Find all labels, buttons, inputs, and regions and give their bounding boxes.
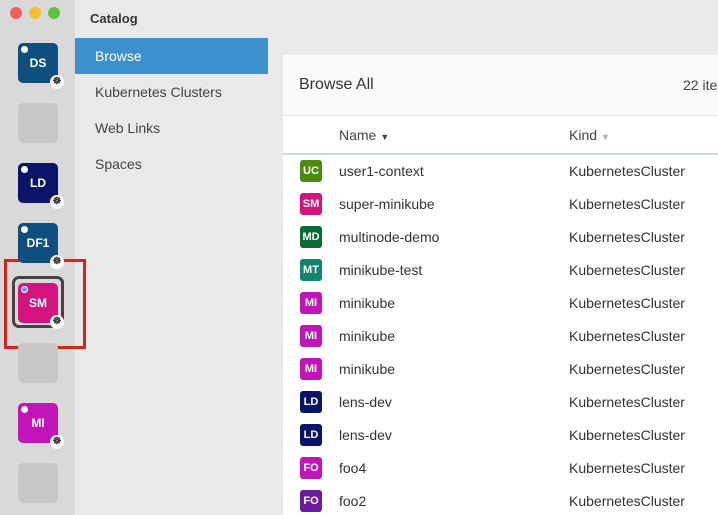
minimize-window-button[interactable]: [29, 7, 41, 19]
hotbar: DS ☸ LD ☸ DF1 ☸ SM ☸ MI ☸: [0, 0, 86, 515]
avatar: MT: [300, 259, 322, 281]
hotbar-item-label: DF1: [26, 236, 50, 250]
row-name: lens-dev: [339, 427, 392, 443]
row-kind: KubernetesCluster: [569, 163, 685, 179]
hotbar-item-df1[interactable]: DF1 ☸: [18, 223, 64, 269]
row-name: lens-dev: [339, 394, 392, 410]
row-kind: KubernetesCluster: [569, 427, 685, 443]
status-dot-icon: [21, 166, 28, 173]
row-kind: KubernetesCluster: [569, 361, 685, 377]
kubernetes-icon: ☸: [50, 435, 64, 449]
row-name: minikube: [339, 295, 396, 311]
row-kind: KubernetesCluster: [569, 295, 685, 311]
hotbar-item-label: MI: [31, 416, 45, 430]
hotbar-empty-slot[interactable]: [18, 103, 58, 143]
column-header-kind-label: Kind: [569, 127, 598, 143]
page-title: Browse All: [299, 76, 374, 93]
row-kind: KubernetesCluster: [569, 196, 685, 212]
column-header-name[interactable]: Name ▼: [339, 116, 389, 154]
nav-item-spaces[interactable]: Spaces: [75, 146, 268, 182]
window-title: Catalog: [90, 11, 138, 26]
nav-item-kubernetes-clusters[interactable]: Kubernetes Clusters: [75, 74, 268, 110]
row-name: minikube: [339, 361, 396, 377]
row-name: foo2: [339, 493, 367, 509]
nav-item-web-links[interactable]: Web Links: [75, 110, 268, 146]
hotbar-item-label: DS: [29, 56, 47, 70]
status-dot-icon: [21, 406, 28, 413]
hotbar-item-ld[interactable]: LD ☸: [18, 163, 64, 209]
row-kind: KubernetesCluster: [569, 493, 685, 509]
avatar: LD: [300, 391, 322, 413]
status-dot-icon: [21, 286, 28, 293]
row-name: multinode-demo: [339, 229, 440, 245]
avatar: MI: [300, 325, 322, 347]
avatar: LD: [300, 424, 322, 446]
maximize-window-button[interactable]: [48, 7, 60, 19]
table-row[interactable]: MI minikube KubernetesCluster: [283, 353, 718, 386]
table-row[interactable]: MT minikube-test KubernetesCluster: [283, 254, 718, 287]
hotbar-item-sm[interactable]: SM ☸: [18, 283, 64, 329]
table-row[interactable]: MD multinode-demo KubernetesCluster: [283, 221, 718, 254]
row-kind: KubernetesCluster: [569, 394, 685, 410]
avatar: MD: [300, 226, 322, 248]
row-kind: KubernetesCluster: [569, 229, 685, 245]
row-kind: KubernetesCluster: [569, 262, 685, 278]
kubernetes-icon: ☸: [50, 195, 64, 209]
kubernetes-icon: ☸: [50, 315, 64, 329]
nav-item-browse[interactable]: Browse: [75, 38, 268, 74]
status-dot-icon: [21, 46, 28, 53]
avatar: MI: [300, 358, 322, 380]
kubernetes-icon: ☸: [50, 255, 64, 269]
table-row[interactable]: SM super-minikube KubernetesCluster: [283, 188, 718, 221]
table-row[interactable]: MI minikube KubernetesCluster: [283, 287, 718, 320]
catalog-nav: Browse Kubernetes Clusters Web Links Spa…: [75, 38, 268, 182]
hotbar-item-ds[interactable]: DS ☸: [18, 43, 64, 89]
column-header-name-label: Name: [339, 127, 377, 143]
avatar: MI: [300, 292, 322, 314]
row-name: minikube: [339, 328, 396, 344]
avatar: FO: [300, 457, 322, 479]
row-name: minikube-test: [339, 262, 423, 278]
row-name: super-minikube: [339, 196, 435, 212]
sort-down-icon: ▼: [380, 132, 390, 142]
kubernetes-icon: ☸: [50, 75, 64, 89]
avatar: FO: [300, 490, 322, 512]
close-window-button[interactable]: [10, 7, 22, 19]
hotbar-item-mi[interactable]: MI ☸: [18, 403, 64, 449]
table-row[interactable]: UC user1-context KubernetesCluster: [283, 155, 718, 188]
item-count: 22 ite: [683, 77, 718, 93]
column-header-kind[interactable]: Kind ▼: [569, 116, 610, 154]
hotbar-item-label: LD: [30, 176, 46, 190]
row-name: user1-context: [339, 163, 424, 179]
table-row[interactable]: FO foo2 KubernetesCluster: [283, 485, 718, 515]
status-dot-icon: [21, 226, 28, 233]
row-name: foo4: [339, 460, 367, 476]
table-row[interactable]: LD lens-dev KubernetesCluster: [283, 419, 718, 452]
sort-down-icon: ▼: [601, 132, 610, 142]
main-header: Browse All 22 ite: [283, 55, 718, 116]
catalog-main: Browse All 22 ite Name ▼ Kind ▼ UC user1-co…: [283, 55, 718, 515]
avatar: SM: [300, 193, 322, 215]
table-row[interactable]: FO foo4 KubernetesCluster: [283, 452, 718, 485]
row-kind: KubernetesCluster: [569, 328, 685, 344]
table-row[interactable]: MI minikube KubernetesCluster: [283, 320, 718, 353]
row-kind: KubernetesCluster: [569, 460, 685, 476]
avatar: UC: [300, 160, 322, 182]
hotbar-item-label: SM: [29, 296, 47, 310]
hotbar-empty-slot[interactable]: [18, 343, 58, 383]
hotbar-empty-slot[interactable]: [18, 463, 58, 503]
table-row[interactable]: LD lens-dev KubernetesCluster: [283, 386, 718, 419]
